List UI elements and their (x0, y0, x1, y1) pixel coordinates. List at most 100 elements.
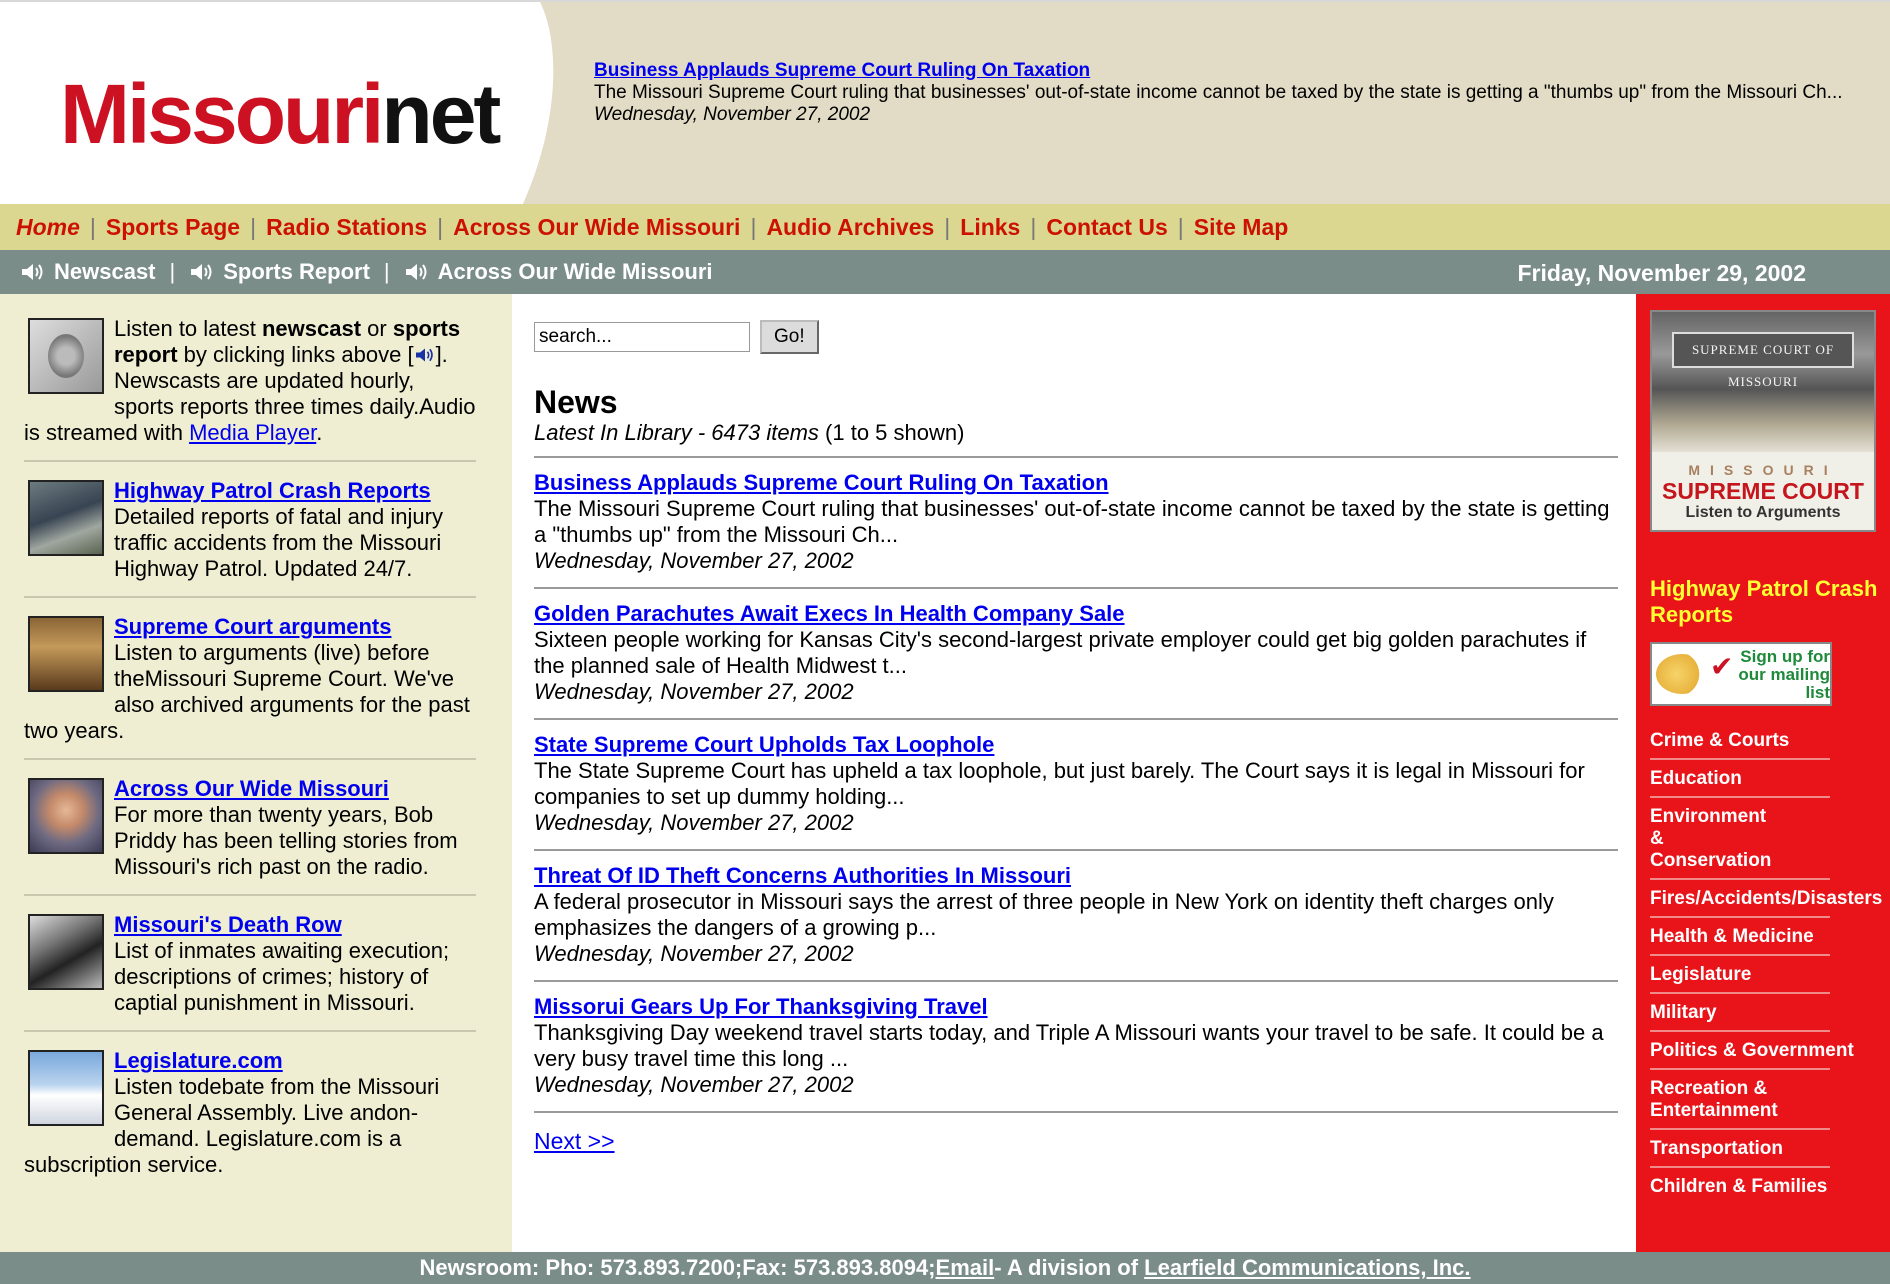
section-item: Fires/Accidents/Disasters (1650, 880, 1882, 918)
across-missouri-desc: For more than twenty years, Bob Priddy h… (114, 802, 458, 879)
section-military[interactable]: Military (1650, 1002, 1830, 1024)
audio-separator: | (169, 259, 176, 284)
main-content: Go! News Latest In Library - 6473 items … (534, 294, 1618, 1252)
news-list: Business Applauds Supreme Court Ruling O… (534, 456, 1618, 1113)
crash-reports-link[interactable]: Highway Patrol Crash Reports (114, 478, 431, 503)
section-item: Politics & Government (1650, 1032, 1854, 1070)
crash-photo-thumbnail[interactable] (28, 480, 104, 556)
mailing-list-signup-button[interactable]: ✔ Sign up for our mailing list (1650, 642, 1832, 706)
nav-audio-archives[interactable]: Audio Archives (766, 214, 934, 241)
nav-home[interactable]: Home (16, 214, 80, 241)
header-headline-link[interactable]: Business Applauds Supreme Court Ruling O… (594, 60, 1864, 82)
news-item-date: Wednesday, November 27, 2002 (534, 548, 854, 573)
nav-links[interactable]: Links (960, 214, 1020, 241)
search-input[interactable] (534, 322, 750, 352)
nav-contact-us[interactable]: Contact Us (1046, 214, 1167, 241)
supreme-court-arguments-link[interactable]: Supreme Court arguments (114, 614, 392, 639)
news-item-date: Wednesday, November 27, 2002 (534, 941, 854, 966)
section-item: Children & Families (1650, 1168, 1830, 1204)
audio-across-our-wide-missouri-link[interactable]: Across Our Wide Missouri (404, 259, 713, 285)
section-item: Military (1650, 994, 1830, 1032)
site-header: Missourinet Business Applauds Supreme Co… (0, 0, 1890, 204)
missourinet-logo[interactable]: Missourinet (60, 72, 501, 156)
news-list-divider (534, 1111, 1618, 1113)
news-item-date: Wednesday, November 27, 2002 (534, 810, 854, 835)
nav-sports-page[interactable]: Sports Page (106, 214, 240, 241)
section-politics-government[interactable]: Politics & Government (1650, 1040, 1854, 1062)
header-headline-summary: The Missouri Supreme Court ruling that b… (594, 82, 1843, 103)
bob-priddy-photo-thumbnail[interactable] (28, 778, 104, 854)
section-item: Recreation & Entertainment (1650, 1070, 1830, 1130)
news-item-title-link[interactable]: State Supreme Court Upholds Tax Loophole (534, 732, 1618, 758)
speaker-icon (22, 264, 43, 280)
news-item: Golden Parachutes Await Execs In Health … (534, 587, 1618, 718)
news-item-title-link[interactable]: Threat Of ID Theft Concerns Authorities … (534, 863, 1618, 889)
audio-newscast-link[interactable]: Newscast (20, 259, 156, 285)
death-row-desc: List of inmates awaiting execution; desc… (114, 938, 450, 1015)
speaker-thumbnail (28, 318, 104, 394)
media-player-link[interactable]: Media Player (189, 420, 316, 445)
search-go-button[interactable]: Go! (760, 320, 819, 354)
legislature-link[interactable]: Legislature.com (114, 1048, 283, 1073)
header-headline: Business Applauds Supreme Court Ruling O… (594, 60, 1864, 126)
news-item-summary: The State Supreme Court has upheld a tax… (534, 758, 1585, 809)
death-row-photo-thumbnail[interactable] (28, 914, 104, 990)
news-item-summary: Thanksgiving Day weekend travel starts t… (534, 1020, 1604, 1071)
section-item: Transportation (1650, 1130, 1830, 1168)
listen-intro: Listen to latest newscast or sports repo… (24, 316, 476, 462)
left-entry-supreme-court: Supreme Court arguments Listen to argume… (24, 614, 476, 760)
news-library-count: Latest In Library - 6473 items (1 to 5 s… (534, 420, 965, 445)
left-entry-crash-reports: Highway Patrol Crash Reports Detailed re… (24, 478, 476, 598)
news-item-title-link[interactable]: Golden Parachutes Await Execs In Health … (534, 601, 1618, 627)
section-education[interactable]: Education (1650, 768, 1830, 790)
section-crime-courts[interactable]: Crime & Courts (1650, 730, 1830, 752)
section-legislature[interactable]: Legislature (1650, 964, 1830, 986)
supreme-court-banner[interactable]: SUPREME COURT OF MISSOURI MISSOURI SUPRE… (1650, 310, 1876, 532)
section-transportation[interactable]: Transportation (1650, 1138, 1830, 1160)
capitol-photo-thumbnail[interactable] (28, 1050, 104, 1126)
news-item-date: Wednesday, November 27, 2002 (534, 679, 854, 704)
section-environment-conservation[interactable]: Environment & Conservation (1650, 806, 1780, 872)
section-fires-accidents-disasters[interactable]: Fires/Accidents/Disasters (1650, 888, 1882, 910)
section-recreation-entertainment[interactable]: Recreation & Entertainment (1650, 1078, 1780, 1122)
news-item: Threat Of ID Theft Concerns Authorities … (534, 849, 1618, 980)
footer-company-link[interactable]: Learfield Communications, Inc. (1144, 1255, 1470, 1280)
speaker-icon (191, 264, 212, 280)
audio-separator: | (383, 259, 390, 284)
nav-separator: | (1030, 213, 1037, 240)
news-item-summary: Sixteen people working for Kansas City's… (534, 627, 1587, 678)
search-form: Go! (534, 320, 819, 354)
court-sign: SUPREME COURT OF MISSOURI (1672, 332, 1854, 389)
envelope-icon (1656, 654, 1708, 694)
main-navigation: Home | Sports Page | Radio Stations | Ac… (0, 204, 1890, 250)
right-sidebar: SUPREME COURT OF MISSOURI MISSOURI SUPRE… (1636, 294, 1890, 1252)
speaker-icon (415, 348, 433, 362)
crash-reports-sidebar-link[interactable]: Highway Patrol Crash Reports (1650, 576, 1890, 628)
nav-separator: | (250, 213, 257, 240)
site-footer: Newsroom: Pho: 573.893.7200;Fax: 573.893… (0, 1252, 1890, 1284)
news-item-title-link[interactable]: Business Applauds Supreme Court Ruling O… (534, 470, 1618, 496)
nav-separator: | (1177, 213, 1184, 240)
next-page-link[interactable]: Next >> (534, 1128, 615, 1155)
death-row-link[interactable]: Missouri's Death Row (114, 912, 342, 937)
news-heading: News (534, 384, 618, 420)
news-item: Business Applauds Supreme Court Ruling O… (534, 456, 1618, 587)
section-item: Health & Medicine (1650, 918, 1830, 956)
section-children-families[interactable]: Children & Families (1650, 1176, 1830, 1198)
section-item: Education (1650, 760, 1830, 798)
nav-separator: | (944, 213, 951, 240)
across-our-wide-missouri-link[interactable]: Across Our Wide Missouri (114, 776, 389, 801)
section-health-medicine[interactable]: Health & Medicine (1650, 926, 1830, 948)
news-item-summary: A federal prosecutor in Missouri says th… (534, 889, 1554, 940)
footer-email-link[interactable]: Email (936, 1255, 995, 1280)
news-item-summary: The Missouri Supreme Court ruling that b… (534, 496, 1610, 547)
section-item: Crime & Courts (1650, 722, 1830, 760)
checkmark-icon: ✔ (1710, 651, 1734, 682)
nav-radio-stations[interactable]: Radio Stations (266, 214, 427, 241)
nav-site-map[interactable]: Site Map (1194, 214, 1289, 241)
news-item: Missorui Gears Up For Thanksgiving Trave… (534, 980, 1618, 1111)
audio-sports-report-link[interactable]: Sports Report (189, 259, 370, 285)
nav-across-our-wide-missouri[interactable]: Across Our Wide Missouri (453, 214, 740, 241)
courtroom-photo-thumbnail[interactable] (28, 616, 104, 692)
news-item-title-link[interactable]: Missorui Gears Up For Thanksgiving Trave… (534, 994, 1618, 1020)
